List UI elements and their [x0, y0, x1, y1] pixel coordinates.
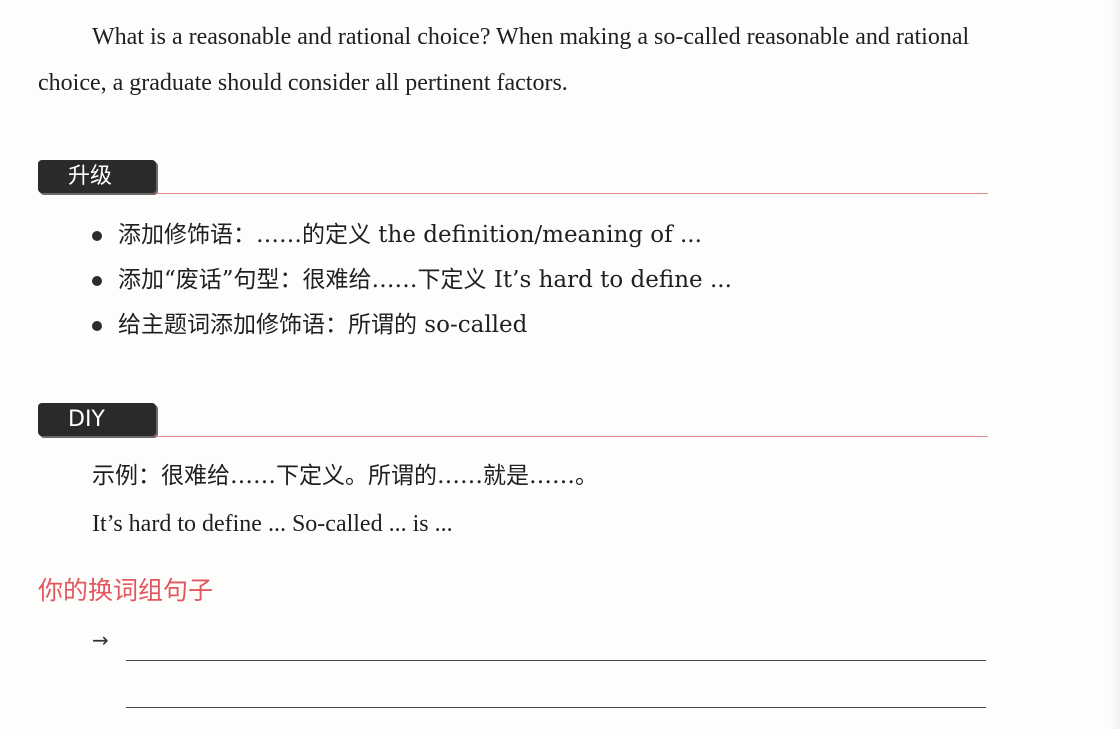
bullet-icon: [92, 321, 102, 331]
bullet-icon: [92, 231, 102, 241]
list-item-text: 添加“废话”句型：很难给……下定义 It’s hard to define ..…: [118, 267, 732, 293]
arrow-icon: →: [92, 628, 109, 652]
intro-paragraph: What is a reasonable and rational choice…: [38, 24, 970, 96]
answer-line-1[interactable]: [126, 660, 986, 661]
upgrade-section-header: 升级: [38, 160, 988, 194]
diy-section-divider: [156, 436, 988, 437]
diy-section-tag: DIY: [38, 403, 156, 436]
list-item-text: 添加修饰语：……的定义 the definition/meaning of ..…: [118, 222, 702, 248]
bullet-icon: [92, 276, 102, 286]
page-edge-shadow: [1110, 0, 1120, 729]
list-item: 给主题词添加修饰语：所谓的 so-called: [90, 304, 732, 349]
upgrade-section-divider: [156, 193, 988, 194]
textbook-page: What is a reasonable and rational choice…: [0, 0, 1120, 729]
list-item: 添加“废话”句型：很难给……下定义 It’s hard to define ..…: [90, 259, 732, 304]
diy-example-chinese: 示例：很难给……下定义。所谓的……就是……。: [92, 463, 598, 489]
answer-line-2[interactable]: [126, 707, 986, 708]
diy-example-english: It’s hard to define ... So-called ... is…: [92, 511, 453, 537]
upgrade-section-tag: 升级: [38, 160, 156, 193]
upgrade-bullet-list: 添加修饰语：……的定义 the definition/meaning of ..…: [90, 214, 732, 349]
list-item-text: 给主题词添加修饰语：所谓的 so-called: [118, 312, 528, 338]
your-sentence-title: 你的换词组句子: [38, 576, 214, 605]
list-item: 添加修饰语：……的定义 the definition/meaning of ..…: [90, 214, 732, 259]
diy-section-header: DIY: [38, 403, 988, 437]
